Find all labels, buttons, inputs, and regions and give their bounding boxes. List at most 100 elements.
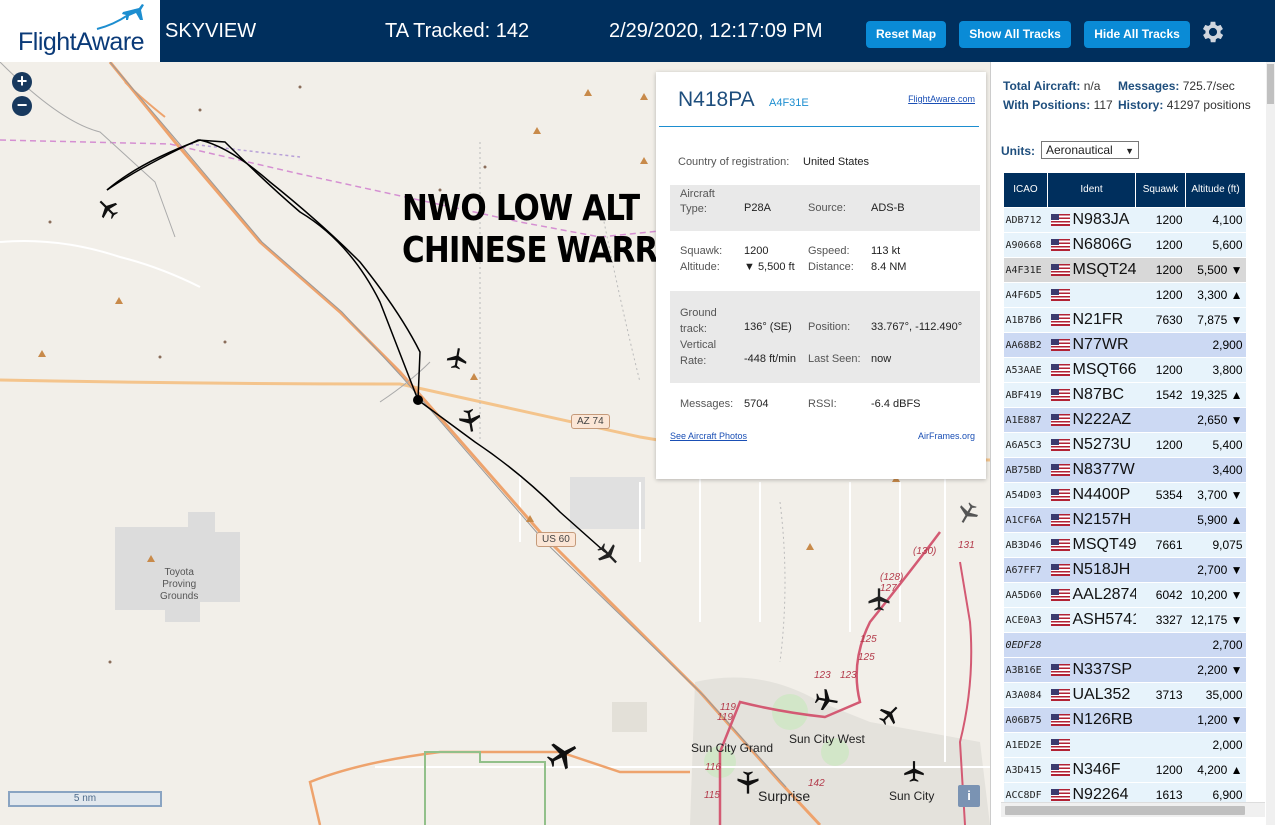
ident-text: N21FR (1072, 311, 1124, 328)
selected-aircraft-icon[interactable] (594, 540, 622, 568)
road-number: 127 (880, 583, 897, 594)
ident-text: MSQT66 (1072, 361, 1136, 378)
table-row[interactable]: A53AAE MSQT66 1200 3,800 (1003, 357, 1265, 383)
table-row[interactable]: AA5D60 AAL2874 6042 10,200 ▼ (1003, 582, 1265, 608)
table-row[interactable]: A1E887 N222AZ 2,650 ▼ (1003, 407, 1265, 433)
ident-text: N222AZ (1072, 411, 1132, 428)
table-row[interactable]: A54D03 N4400P 5354 3,700 ▼ (1003, 482, 1265, 508)
route-label-us60: US 60 (536, 532, 576, 547)
table-row[interactable]: A06B75 N126RB 1,200 ▼ (1003, 707, 1265, 733)
place-label-sun-city: Sun City (889, 789, 935, 803)
squawk-cell: 1200 (1135, 357, 1186, 383)
icao-cell: AB3D46 (1003, 532, 1048, 558)
scrollbar-thumb[interactable] (1267, 64, 1274, 104)
table-row[interactable]: A3B16E N337SP 2,200 ▼ (1003, 657, 1265, 683)
table-row[interactable]: A1ED2E 2,000 (1003, 732, 1265, 758)
vertical-rate-label: Vertical Rate: (680, 339, 717, 367)
with-positions-value: 117 (1093, 98, 1113, 112)
aircraft-icon[interactable] (955, 500, 981, 526)
table-row[interactable]: A6A5C3 N5273U 1200 5,400 (1003, 432, 1265, 458)
distance-value: 8.4 NM (871, 261, 907, 273)
with-positions-stat: With Positions: 117 (1003, 98, 1113, 113)
see-aircraft-photos-link[interactable]: See Aircraft Photos (670, 431, 747, 441)
icao-cell: A1B7B6 (1003, 307, 1048, 333)
column-header-ident[interactable]: Ident (1047, 172, 1136, 208)
messages-stat: Messages: 725.7/sec (1118, 79, 1235, 94)
info-button[interactable]: i (958, 785, 980, 807)
icao-cell: A3A084 (1003, 682, 1048, 708)
column-header-altitude[interactable]: Altitude (ft) (1185, 172, 1246, 208)
overflow-cell (1245, 282, 1265, 308)
ident-cell: N126RB (1047, 707, 1136, 733)
ident-cell: N983JA (1047, 207, 1136, 233)
table-row[interactable]: AB3D46 MSQT49876619,075 (1003, 532, 1265, 558)
zoom-in-button[interactable]: + (12, 72, 32, 92)
ident-cell: N2157H (1047, 507, 1136, 533)
hide-all-tracks-button[interactable]: Hide All Tracks (1084, 21, 1190, 48)
aircraft-icon[interactable] (876, 702, 902, 728)
squawk-cell: 1200 (1135, 282, 1186, 308)
us-flag-icon (1050, 613, 1070, 626)
aircraft-icon[interactable] (456, 406, 484, 434)
column-header-squawk[interactable]: Squawk (1135, 172, 1186, 208)
horizontal-scrollbar[interactable] (1001, 802, 1265, 817)
reset-map-button[interactable]: Reset Map (866, 21, 946, 48)
ident-cell: N4400P (1047, 482, 1136, 508)
ground-track-row: Ground track: 136° (SE) Position: 33.767… (670, 291, 980, 383)
icao-cell: A90668 (1003, 232, 1048, 258)
flightaware-logo[interactable]: FlightAware (0, 0, 160, 62)
route-label-az74: AZ 74 (571, 414, 610, 429)
table-row[interactable]: AA68B2 N77WR 2,900 (1003, 332, 1265, 358)
flightaware-link[interactable]: FlightAware.com (908, 94, 975, 104)
us-flag-icon (1050, 763, 1070, 776)
column-header-icao[interactable]: ICAO (1003, 172, 1048, 208)
messages-stat-value: 725.7/sec (1182, 79, 1235, 93)
icao-cell: ADB712 (1003, 207, 1048, 233)
altitude-cell: 5,500 ▼ (1185, 257, 1246, 283)
squawk-cell: 1542 (1135, 382, 1186, 408)
altitude-cell: 1,200 ▼ (1185, 707, 1246, 733)
squawk-cell: 7661 (1135, 532, 1186, 558)
aircraft-icon[interactable] (901, 759, 927, 785)
ident-text: N87BC (1072, 386, 1125, 403)
ident-cell: AAL2874 (1047, 582, 1136, 608)
overflow-cell (1245, 382, 1265, 408)
us-flag-icon (1050, 488, 1070, 501)
position-value: 33.767°, -112.490° (871, 321, 963, 333)
ident-cell: UAL352 (1047, 682, 1136, 708)
aircraft-table-container[interactable]: ICAO Ident Squawk Altitude (ft) ADB712 N9… (1003, 172, 1265, 822)
aircraft-icon[interactable] (94, 196, 122, 222)
overflow-cell (1245, 207, 1265, 233)
squawk-cell: 5354 (1135, 482, 1186, 508)
table-row[interactable]: A90668 N6806G 1200 5,600 (1003, 232, 1265, 258)
overflow-cell (1245, 332, 1265, 358)
table-row[interactable]: AB75BD N8377W 3,400 (1003, 457, 1265, 483)
country-value: United States (803, 156, 870, 168)
table-row[interactable]: A4F31E MSQT24612005,500 ▼ (1003, 257, 1265, 283)
table-row[interactable]: A3A084 UAL352 3713 35,000 (1003, 682, 1265, 708)
table-row[interactable]: 0EDF28 2,700 (1003, 632, 1265, 658)
table-row[interactable]: A67FF7 N518JH 2,700 ▼ (1003, 557, 1265, 583)
table-row[interactable]: A1CF6A N2157H 5,900 ▲ (1003, 507, 1265, 533)
table-row[interactable]: ACE0A3 ASH5741 3327 12,175 ▼ (1003, 607, 1265, 633)
aircraft-icon[interactable] (444, 346, 470, 372)
us-flag-icon (1050, 338, 1070, 351)
place-label-sun-city-west: Sun City West (789, 732, 865, 746)
table-row[interactable]: ABF419 N87BC 1542 19,325 ▲ (1003, 382, 1265, 408)
table-row[interactable]: A1B7B6 N21FR 7630 7,875 ▼ (1003, 307, 1265, 333)
zoom-out-button[interactable]: − (12, 96, 32, 116)
vertical-scrollbar[interactable] (1266, 62, 1275, 825)
ident-text: N983JA (1072, 211, 1130, 228)
ident-text: N5273U (1072, 436, 1132, 453)
table-row[interactable]: ADB712 N983JA 1200 4,100 (1003, 207, 1265, 233)
units-select[interactable]: Aeronautical ▼ (1041, 141, 1139, 159)
scrollbar-thumb[interactable] (1005, 806, 1245, 815)
gear-icon[interactable] (1199, 18, 1227, 46)
show-all-tracks-button[interactable]: Show All Tracks (959, 21, 1071, 48)
table-row[interactable]: A4F6D5 1200 3,300 ▲ (1003, 282, 1265, 308)
aircraft-icon[interactable] (812, 686, 840, 714)
airframes-link[interactable]: AirFrames.org (918, 431, 975, 441)
ident-cell: N77WR (1047, 332, 1136, 358)
aircraft-icon[interactable] (545, 738, 579, 772)
table-row[interactable]: A3D415 N346F 1200 4,200 ▲ (1003, 757, 1265, 783)
